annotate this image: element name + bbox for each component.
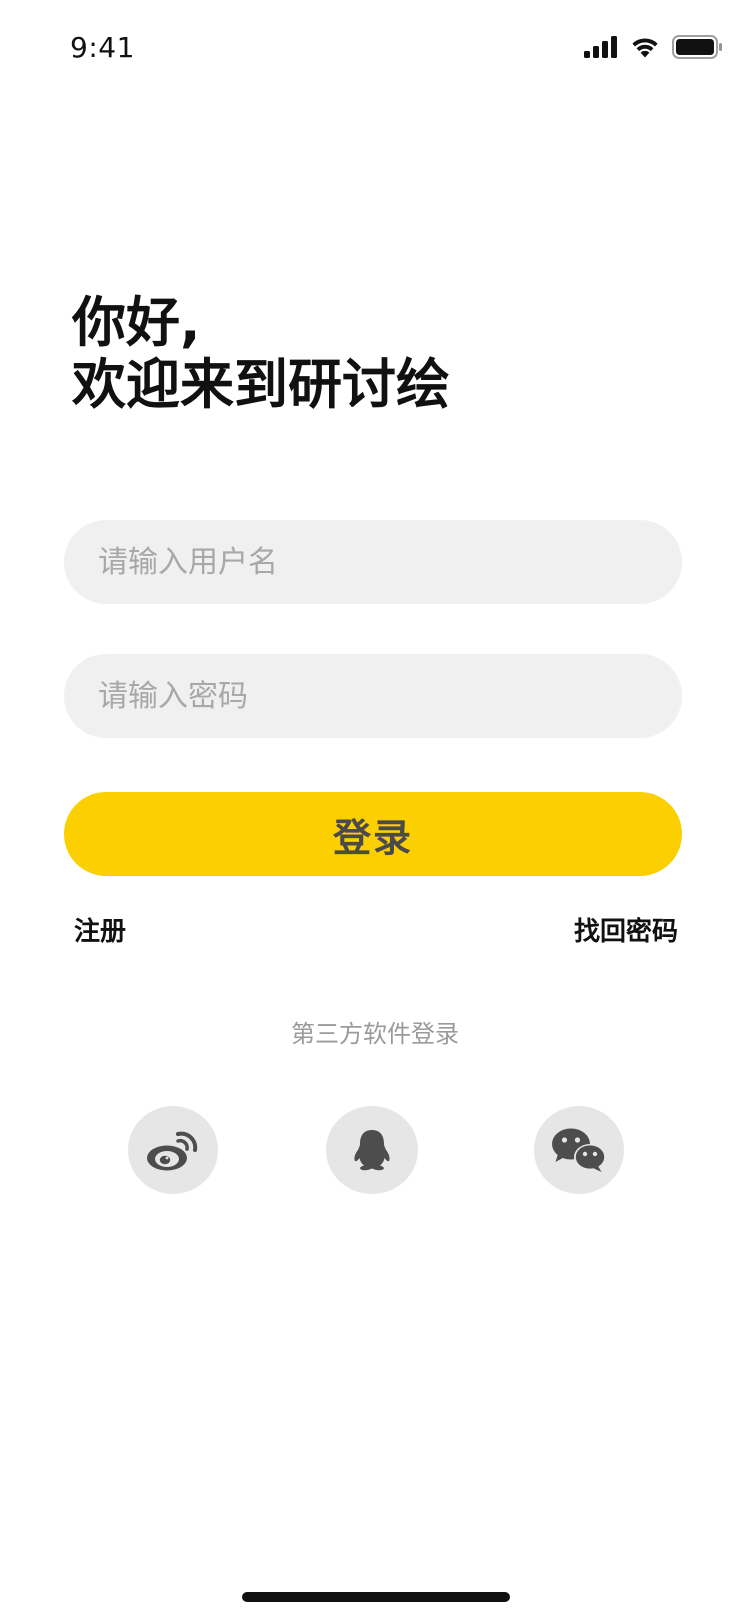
- register-link[interactable]: 注册: [74, 914, 126, 950]
- username-input[interactable]: [64, 520, 682, 604]
- weibo-icon: [145, 1128, 201, 1172]
- login-button-label: 登录: [332, 815, 413, 860]
- password-input[interactable]: [64, 654, 682, 738]
- welcome-heading-line1: 你好,: [72, 291, 201, 354]
- qq-icon: [349, 1127, 395, 1173]
- status-bar: 9:41: [0, 0, 750, 96]
- signal-icon: [584, 36, 618, 58]
- battery-icon: [672, 35, 722, 59]
- status-icons: [584, 30, 722, 64]
- login-button[interactable]: 登录: [64, 792, 682, 876]
- wechat-login-button[interactable]: [534, 1106, 624, 1194]
- login-screen: 9:41 你好, 欢迎来到研讨绘 请输入用户名 登录 注册 找回密码 第三方软件…: [0, 0, 750, 1624]
- third-party-login-label: 第三方软件登录: [291, 1020, 459, 1048]
- forgot-password-link[interactable]: 找回密码: [574, 914, 678, 950]
- weibo-login-button[interactable]: [128, 1106, 218, 1194]
- qq-login-button[interactable]: [326, 1106, 418, 1194]
- wechat-icon: [550, 1127, 608, 1173]
- wifi-icon: [630, 36, 660, 58]
- home-indicator: [242, 1592, 510, 1602]
- welcome-heading: 你好, 欢迎来到研讨绘: [72, 292, 450, 416]
- welcome-heading-line2: 欢迎来到研讨绘: [72, 353, 450, 416]
- status-time: 9:41: [70, 31, 135, 64]
